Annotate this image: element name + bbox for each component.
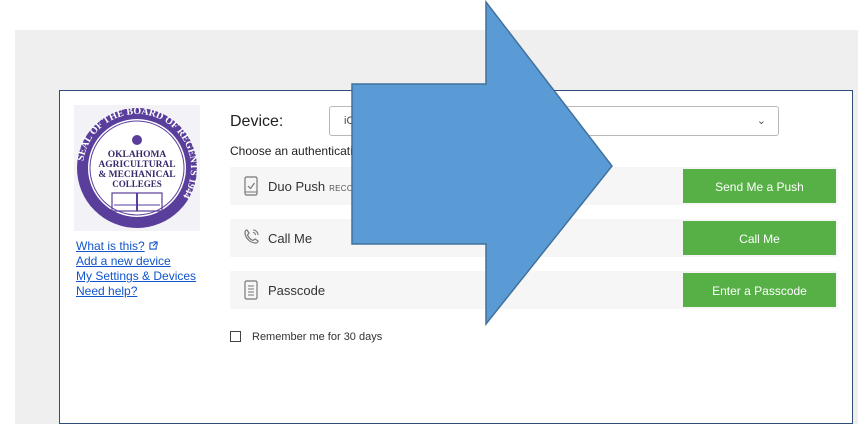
send-me-a-push-button[interactable]: Send Me a Push: [683, 169, 836, 203]
passcode-icon: [244, 280, 258, 300]
device-select-value: iOS (: [344, 115, 370, 127]
seal-line2: AGRICULTURAL: [98, 160, 175, 170]
passcode-label: Passcode: [268, 283, 326, 298]
chevron-down-icon: ⌄: [756, 115, 766, 127]
auth-method-passcode: Passcode Enter a Passcode: [230, 271, 838, 309]
phone-call-icon: [244, 229, 259, 244]
phone-check-icon: [244, 176, 258, 196]
remember-me-label: Remember me for 30 days: [252, 331, 383, 343]
my-settings-devices-link[interactable]: My Settings & Devices: [76, 269, 196, 284]
add-new-device-link[interactable]: Add a new device: [76, 254, 196, 269]
seal-line1: OKLAHOMA: [108, 150, 167, 160]
auth-frame: SEAL OF THE BOARD OF REGENTS 1944 OKLAHO…: [59, 90, 853, 424]
auth-method-duo-push: Duo Push RECOMM Send Me a Push: [230, 167, 838, 205]
device-label: Device:: [230, 113, 284, 130]
what-is-this-link[interactable]: What is this?: [76, 239, 196, 254]
page-background: SEAL OF THE BOARD OF REGENTS 1944 OKLAHO…: [15, 30, 858, 424]
sidebar-links: What is this? Add a new device My Settin…: [76, 239, 196, 299]
auth-main: Device: iOS ( ⌄ Choose an authenticatio …: [230, 91, 842, 423]
call-me-button[interactable]: Call Me: [683, 221, 836, 255]
recommended-tag: RECOMM: [329, 184, 368, 193]
university-seal-logo: SEAL OF THE BOARD OF REGENTS 1944 OKLAHO…: [74, 105, 200, 231]
enter-a-passcode-button[interactable]: Enter a Passcode: [683, 273, 836, 307]
seal-line4: COLLEGES: [112, 179, 162, 189]
auth-method-call-me: Call Me Call Me: [230, 219, 838, 257]
sidebar: SEAL OF THE BOARD OF REGENTS 1944 OKLAHO…: [60, 91, 210, 423]
remember-me-checkbox[interactable]: [230, 331, 241, 342]
call-me-label: Call Me: [268, 231, 313, 246]
need-help-link[interactable]: Need help?: [76, 284, 196, 299]
choose-method-text: Choose an authenticatio: [230, 144, 360, 158]
remember-me-row: Remember me for 30 days: [230, 331, 382, 343]
duo-push-label: Duo Push: [268, 179, 326, 194]
external-link-icon: [149, 241, 158, 250]
device-select[interactable]: iOS ( ⌄: [329, 106, 779, 136]
